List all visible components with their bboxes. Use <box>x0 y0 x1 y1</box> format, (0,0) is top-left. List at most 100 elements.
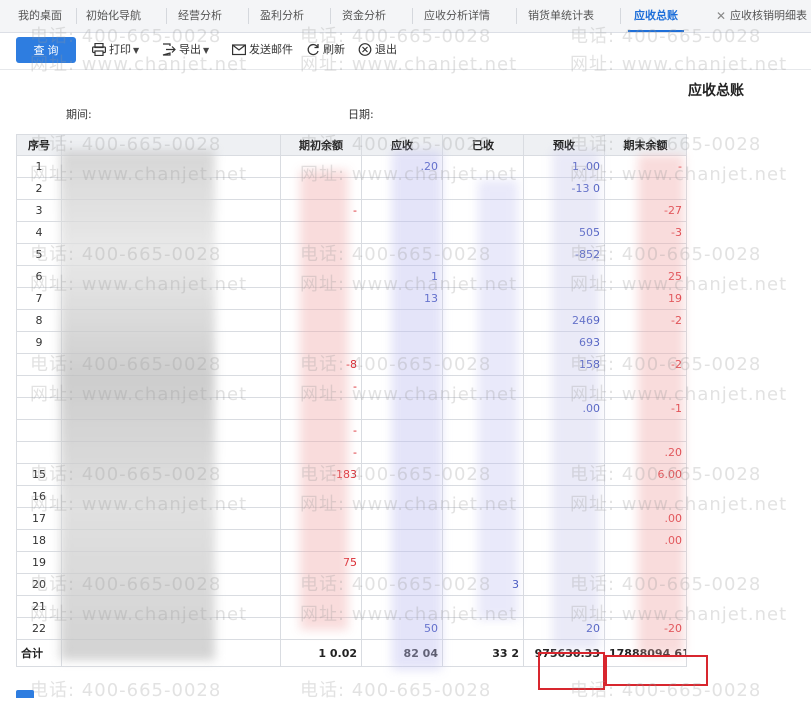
tab-my-desktop[interactable]: 我的桌面 <box>18 0 62 32</box>
table-row[interactable]: 16 <box>16 485 687 508</box>
cell-seq: 2 <box>16 177 62 200</box>
cell-closing: -3 <box>604 221 687 244</box>
cell-received <box>442 309 524 332</box>
cell-receivable <box>361 397 443 420</box>
cell-customer <box>61 353 281 376</box>
column-header-opening[interactable]: 期初余额 <box>280 134 362 156</box>
total-label: 合计 <box>16 639 62 667</box>
tab-profit-analysis[interactable]: 盈利分析 <box>260 0 304 32</box>
cell-customer <box>61 595 281 618</box>
cell-received <box>442 177 524 200</box>
cell-receivable <box>361 177 443 200</box>
table-row[interactable]: 22 50 20 -20 <box>16 617 687 640</box>
total-row: 合计 1 0.02 82 04 33 2 975630.33 17888094.61 <box>16 639 687 667</box>
total-advance: 975630.33 <box>523 639 605 667</box>
tab-init-guide[interactable]: 初始化导航 <box>86 0 141 32</box>
cell-seq: 20 <box>16 573 62 596</box>
cell-opening: -8 <box>280 353 362 376</box>
watermark-phone: 电话: 400-665-0028 <box>30 680 222 701</box>
table-row[interactable]: 6 1 25 <box>16 265 687 288</box>
cell-seq: 15 <box>16 463 62 486</box>
cell-customer <box>61 397 281 420</box>
cell-opening <box>280 265 362 288</box>
cell-closing <box>604 177 687 200</box>
refresh-label: 刷新 <box>323 43 345 56</box>
cell-advance: -13 0 <box>523 177 605 200</box>
cell-advance <box>523 419 605 442</box>
cell-received <box>442 419 524 442</box>
column-header-receivable[interactable]: 应收 <box>361 134 443 156</box>
table-row[interactable]: 4 505 -3 <box>16 221 687 244</box>
table-row[interactable]: - <box>16 375 687 398</box>
cell-customer <box>61 463 281 486</box>
cell-customer <box>61 199 281 222</box>
close-icon[interactable]: ✕ <box>716 0 726 32</box>
exit-label: 退出 <box>375 43 397 56</box>
cell-receivable <box>361 331 443 354</box>
column-header-advance[interactable]: 预收 <box>523 134 605 156</box>
cell-opening <box>280 529 362 552</box>
cell-receivable <box>361 353 443 376</box>
column-header-seq[interactable]: 序号 <box>16 134 62 156</box>
cell-advance <box>523 573 605 596</box>
table-row[interactable]: .00 -1 <box>16 397 687 420</box>
tab-business-analysis[interactable]: 经营分析 <box>178 0 222 32</box>
table-row[interactable]: -8 158 -2 <box>16 353 687 376</box>
cell-seq: 22 <box>16 617 62 640</box>
cell-receivable <box>361 199 443 222</box>
tab-separator <box>248 8 249 24</box>
table-row[interactable]: 21 <box>16 595 687 618</box>
table-row[interactable]: 20 3 <box>16 573 687 596</box>
cell-seq <box>16 419 62 442</box>
table-row[interactable]: 19 75 <box>16 551 687 574</box>
table-row[interactable]: - <box>16 419 687 442</box>
scroll-corner-handle[interactable] <box>16 690 34 698</box>
table-row[interactable]: 7 13 19 <box>16 287 687 310</box>
cell-advance <box>523 287 605 310</box>
table-row[interactable]: 2 -13 0 <box>16 177 687 200</box>
cell-seq <box>16 353 62 376</box>
cell-customer <box>61 375 281 398</box>
send-email-button[interactable]: 发送邮件 <box>232 37 293 63</box>
export-icon <box>162 43 176 56</box>
cell-closing: -2 <box>604 353 687 376</box>
cell-seq: 8 <box>16 309 62 332</box>
cell-receivable: 50 <box>361 617 443 640</box>
cell-received <box>442 441 524 464</box>
column-header-closing[interactable]: 期末余额 <box>604 134 687 156</box>
print-button[interactable]: 打印 ▼ <box>92 37 139 63</box>
cell-received <box>442 353 524 376</box>
table-row[interactable]: 18.00 <box>16 529 687 552</box>
cell-advance: -852 <box>523 243 605 266</box>
cell-customer <box>61 331 281 354</box>
table-row[interactable]: 9 693 <box>16 331 687 354</box>
tab-fund-analysis[interactable]: 资金分析 <box>342 0 386 32</box>
cell-opening <box>280 177 362 200</box>
table-row[interactable]: 15 -183 6.00 <box>16 463 687 486</box>
cell-received <box>442 331 524 354</box>
table-row[interactable]: 3 - -27 <box>16 199 687 222</box>
tab-sales-stats[interactable]: 销货单统计表 <box>528 0 594 32</box>
table-header-row: 序号 期初余额 应收 已收 预收 期末余额 <box>16 134 687 156</box>
table-row[interactable]: - .20 <box>16 441 687 464</box>
cell-receivable <box>361 309 443 332</box>
exit-button[interactable]: 退出 <box>358 37 397 63</box>
cell-advance <box>523 507 605 530</box>
printer-icon <box>92 42 107 57</box>
tab-receivable-ledger[interactable]: 应收总账 <box>628 0 684 32</box>
export-button[interactable]: 导出 ▼ <box>162 37 209 63</box>
cell-advance: 505 <box>523 221 605 244</box>
table-row[interactable]: 1 .20 1 .00- <box>16 155 687 178</box>
cell-seq: 17 <box>16 507 62 530</box>
table-row[interactable]: 17.00 <box>16 507 687 530</box>
table-row[interactable]: 8 2469 -2 <box>16 309 687 332</box>
table-row[interactable]: 5 -852 <box>16 243 687 266</box>
refresh-button[interactable]: 刷新 <box>306 37 345 63</box>
column-header-received[interactable]: 已收 <box>442 134 524 156</box>
tab-writeoff-detail[interactable]: 应收核销明细表 <box>730 0 807 32</box>
column-header-customer[interactable] <box>61 134 281 156</box>
tab-receivable-detail[interactable]: 应收分析详情 <box>424 0 490 32</box>
query-button[interactable]: 查 询 <box>16 37 76 63</box>
cell-customer <box>61 441 281 464</box>
cell-seq: 3 <box>16 199 62 222</box>
